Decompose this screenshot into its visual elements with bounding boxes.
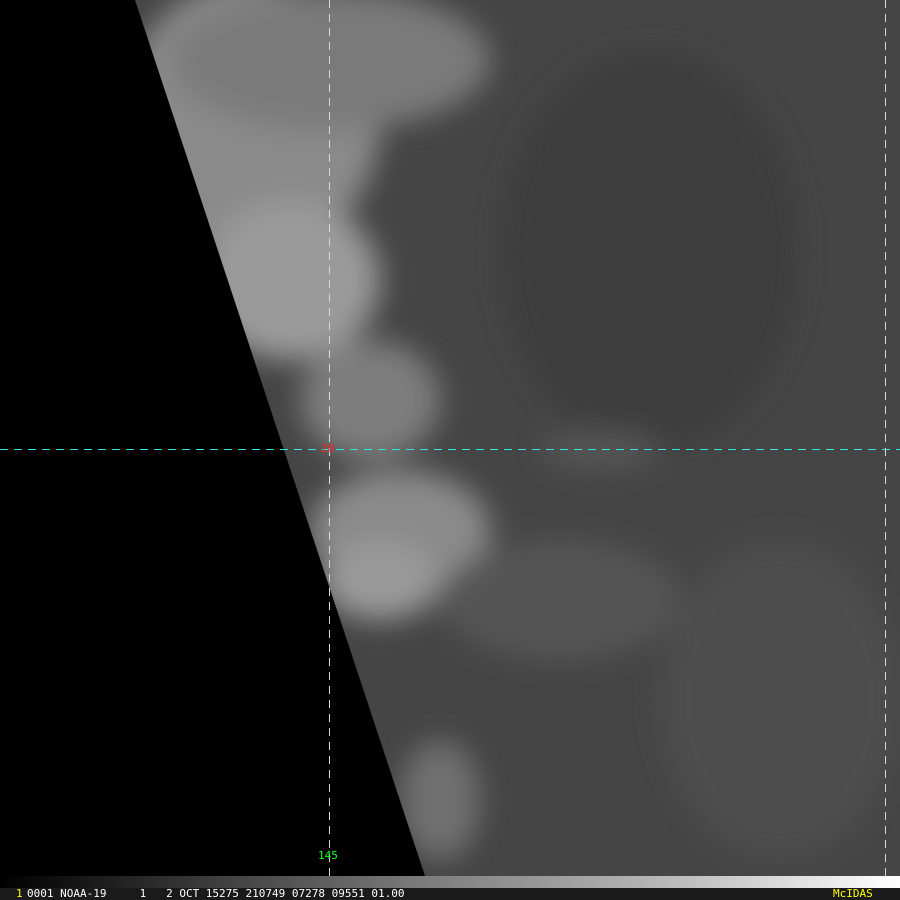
satellite-image — [0, 0, 900, 876]
longitude-label: 145 — [318, 849, 338, 862]
image-swath — [135, 0, 900, 876]
status-bar: 1 0001 NOAA-19 1 2 OCT 15275 210749 07278… — [0, 888, 900, 900]
latitude-label: 20 — [321, 442, 335, 455]
brand-label: McIDAS — [833, 887, 873, 900]
image-info: 0001 NOAA-19 1 2 OCT 15275 210749 07278 … — [27, 887, 405, 900]
frame-number: 1 — [16, 887, 23, 900]
satellite-image-viewer: 20 145 1 0001 NOAA-19 1 2 OCT 15275 21074… — [0, 0, 900, 900]
